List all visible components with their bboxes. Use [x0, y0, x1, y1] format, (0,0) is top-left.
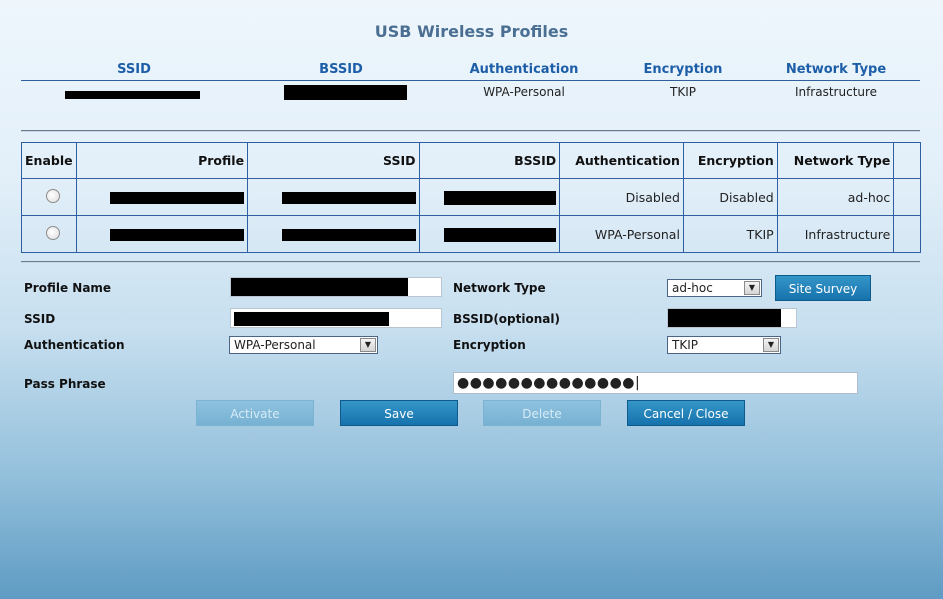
profile-name-redacted	[75, 215, 249, 253]
info-ssid-redacted	[65, 88, 200, 102]
info-header-authentication: Authentication	[469, 62, 579, 77]
bssid-optional-label: BSSID(optional)	[453, 312, 560, 326]
info-header-bssid: BSSID	[319, 62, 363, 77]
ssid-label: SSID	[24, 312, 56, 326]
connection-info-header: SSID BSSID Authentication Encryption Net…	[21, 62, 920, 81]
row-authentication: WPA-Personal	[559, 215, 684, 253]
chevron-down-icon[interactable]: ▼	[763, 338, 779, 352]
network-type-label: Network Type	[453, 281, 546, 295]
info-bssid-redacted	[284, 85, 407, 103]
profiles-table: Enable Profile SSID BSSID Authentication…	[21, 142, 921, 253]
profiles-header-row: Enable Profile SSID BSSID Authentication…	[21, 142, 921, 179]
authentication-label: Authentication	[24, 338, 125, 352]
col-network-type: Network Type	[776, 142, 895, 179]
enable-radio[interactable]	[46, 188, 61, 203]
ssid-redacted	[247, 215, 420, 253]
row-network-type: Infrastructure	[776, 215, 895, 253]
activate-button[interactable]: Activate	[196, 400, 314, 426]
info-authentication: WPA-Personal	[483, 85, 565, 99]
ssid-redacted	[247, 178, 420, 216]
profile-name-input[interactable]	[230, 277, 442, 297]
chevron-down-icon[interactable]: ▼	[360, 338, 376, 352]
row-network-type: ad-hoc	[776, 178, 895, 216]
connection-info-row: WPA-Personal TKIP Infrastructure	[21, 85, 920, 101]
row-authentication: Disabled	[559, 178, 684, 216]
encryption-label: Encryption	[453, 338, 526, 352]
authentication-selected-value: WPA-Personal	[234, 338, 316, 352]
info-header-ssid: SSID	[117, 62, 151, 77]
row-encryption: TKIP	[682, 215, 778, 253]
table-row[interactable]: Disabled Disabled ad-hoc	[21, 178, 921, 216]
col-encryption: Encryption	[682, 142, 778, 179]
page-title: USB Wireless Profiles	[374, 22, 569, 41]
chevron-down-icon[interactable]: ▼	[744, 281, 760, 295]
col-authentication: Authentication	[559, 142, 684, 179]
delete-button[interactable]: Delete	[483, 400, 601, 426]
network-type-selected-value: ad-hoc	[672, 281, 713, 295]
pass-phrase-label: Pass Phrase	[24, 377, 106, 391]
save-button[interactable]: Save	[340, 400, 458, 426]
info-network-type: Infrastructure	[794, 85, 878, 99]
divider	[21, 261, 920, 263]
profile-name-redacted	[75, 178, 249, 216]
encryption-selected-value: TKIP	[672, 338, 698, 352]
info-encryption: TKIP	[670, 85, 696, 99]
divider	[21, 130, 920, 132]
col-bssid: BSSID	[418, 142, 561, 179]
pass-phrase-input[interactable]: ●●●●●●●●●●●●●●|	[453, 372, 858, 394]
cancel-close-button[interactable]: Cancel / Close	[627, 400, 745, 426]
encryption-select[interactable]: TKIP ▼	[667, 336, 781, 354]
col-ssid: SSID	[247, 142, 420, 179]
bssid-redacted	[418, 178, 561, 216]
site-survey-button[interactable]: Site Survey	[775, 275, 871, 301]
col-enable: Enable	[21, 142, 77, 179]
authentication-select[interactable]: WPA-Personal ▼	[229, 336, 378, 354]
info-header-network-type: Network Type	[785, 62, 887, 77]
bssid-input[interactable]	[667, 308, 797, 328]
table-row[interactable]: WPA-Personal TKIP Infrastructure	[21, 215, 921, 253]
network-type-select[interactable]: ad-hoc ▼	[667, 279, 762, 297]
bssid-redacted	[418, 215, 561, 253]
enable-radio[interactable]	[46, 225, 61, 240]
col-profile: Profile	[75, 142, 249, 179]
ssid-input[interactable]	[230, 308, 442, 328]
info-header-encryption: Encryption	[643, 62, 723, 77]
profile-name-label: Profile Name	[24, 281, 112, 295]
row-encryption: Disabled	[682, 178, 778, 216]
